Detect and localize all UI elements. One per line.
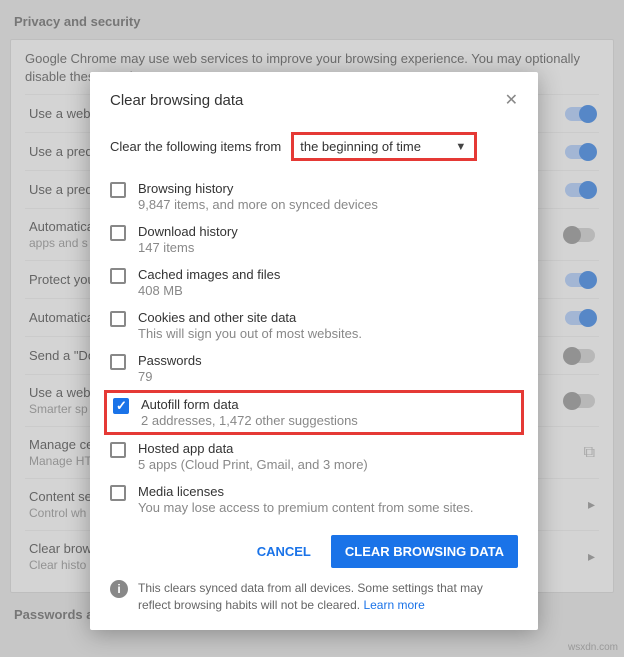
clear-option-row: Passwords79	[110, 347, 518, 390]
clear-option-row: Hosted app data5 apps (Cloud Print, Gmai…	[110, 435, 518, 478]
clear-option-row: Download history147 items	[110, 218, 518, 261]
checkbox[interactable]	[110, 442, 126, 458]
close-icon[interactable]: ✕	[505, 90, 518, 110]
time-range-label: Clear the following items from	[110, 139, 281, 154]
watermark: wsxdn.com	[568, 642, 618, 653]
checkbox[interactable]	[113, 398, 129, 414]
option-title: Media licenses	[138, 484, 474, 499]
clear-option-row: Autofill form data2 addresses, 1,472 oth…	[104, 390, 524, 435]
option-title: Download history	[138, 224, 238, 239]
clear-option-row: Cached images and files408 MB	[110, 261, 518, 304]
checkbox[interactable]	[110, 225, 126, 241]
clear-browsing-data-dialog: Clear browsing data ✕ Clear the followin…	[90, 72, 538, 630]
option-subtitle: 408 MB	[138, 283, 280, 298]
checkbox[interactable]	[110, 485, 126, 501]
option-title: Autofill form data	[141, 397, 358, 412]
checkbox[interactable]	[110, 311, 126, 327]
info-text: This clears synced data from all devices…	[138, 580, 518, 614]
option-subtitle: 2 addresses, 1,472 other suggestions	[141, 413, 358, 428]
checkbox[interactable]	[110, 268, 126, 284]
info-text-body: This clears synced data from all devices…	[138, 581, 483, 612]
option-subtitle: This will sign you out of most websites.	[138, 326, 362, 341]
clear-option-row: Browsing history9,847 items, and more on…	[110, 175, 518, 218]
time-range-value: the beginning of time	[294, 139, 421, 154]
option-title: Hosted app data	[138, 441, 368, 456]
option-subtitle: 9,847 items, and more on synced devices	[138, 197, 378, 212]
chevron-down-icon: ▼	[449, 141, 474, 153]
clear-option-row: Cookies and other site dataThis will sig…	[110, 304, 518, 347]
info-icon: i	[110, 580, 128, 598]
option-subtitle: 147 items	[138, 240, 238, 255]
clear-data-button[interactable]: CLEAR BROWSING DATA	[331, 535, 518, 568]
cancel-button[interactable]: CANCEL	[245, 535, 323, 568]
learn-more-link[interactable]: Learn more	[363, 598, 424, 612]
option-subtitle: You may lose access to premium content f…	[138, 500, 474, 515]
option-title: Passwords	[138, 353, 202, 368]
option-subtitle: 79	[138, 369, 202, 384]
checkbox[interactable]	[110, 354, 126, 370]
time-range-select[interactable]: the beginning of time ▼	[291, 132, 477, 161]
dialog-title: Clear browsing data	[110, 92, 243, 109]
option-title: Cached images and files	[138, 267, 280, 282]
option-title: Browsing history	[138, 181, 378, 196]
clear-option-row: Media licensesYou may lose access to pre…	[110, 478, 518, 521]
option-title: Cookies and other site data	[138, 310, 362, 325]
option-subtitle: 5 apps (Cloud Print, Gmail, and 3 more)	[138, 457, 368, 472]
checkbox[interactable]	[110, 182, 126, 198]
